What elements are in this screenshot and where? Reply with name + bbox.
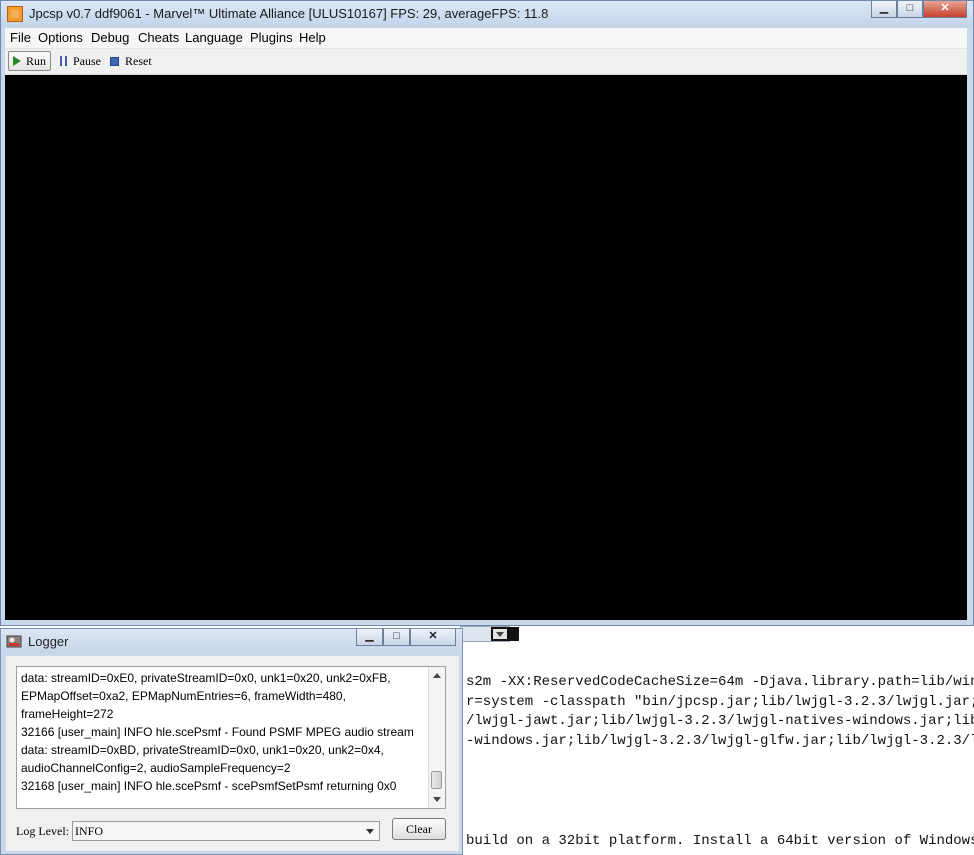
- menu-help[interactable]: Help: [299, 30, 326, 45]
- reset-icon: [110, 56, 119, 66]
- hidden-window-fragment: [460, 626, 519, 642]
- menu-debug[interactable]: Debug: [91, 30, 129, 45]
- toolbar: Run Pause Reset: [5, 49, 967, 75]
- log-text-area[interactable]: _ data: streamID=0xE0, privateStreamID=0…: [16, 666, 446, 809]
- run-label: Run: [26, 53, 47, 68]
- minimize-button[interactable]: ▁: [871, 1, 897, 18]
- menu-options[interactable]: Options: [38, 30, 83, 45]
- log-line: frameHeight=272: [21, 707, 114, 721]
- log-scrollbar[interactable]: [428, 667, 445, 808]
- run-button[interactable]: Run: [8, 51, 51, 71]
- log-line: data: streamID=0xBD, privateStreamID=0x0…: [21, 743, 384, 757]
- pause-icon: [60, 56, 67, 66]
- scroll-up-icon[interactable]: [433, 673, 441, 678]
- log-level-select[interactable]: INFO: [72, 821, 380, 841]
- play-icon: [13, 56, 21, 66]
- menu-cheats[interactable]: Cheats: [138, 30, 179, 45]
- logger-minimize-button[interactable]: ▁: [356, 629, 383, 646]
- jpcsp-app-icon: [7, 6, 23, 22]
- logger-app-icon: [6, 635, 22, 648]
- log-line: 32166 [user_main] INFO hle.scePsmf - Fou…: [21, 725, 414, 739]
- menu-plugins[interactable]: Plugins: [250, 30, 293, 45]
- menu-bar: File Options Debug Cheats Language Plugi…: [5, 28, 967, 49]
- console-line: s2m -XX:ReservedCodeCacheSize=64m -Djava…: [466, 674, 974, 690]
- logger-body: _ data: streamID=0xE0, privateStreamID=0…: [6, 656, 459, 851]
- main-titlebar[interactable]: Jpcsp v0.7 ddf9061 - Marvel™ Ultimate Al…: [1, 1, 973, 27]
- logger-titlebar[interactable]: Logger ▁ □ ✕: [1, 629, 462, 653]
- logger-window-controls: ▁ □ ✕: [356, 629, 456, 646]
- dropdown-arrow-icon[interactable]: [493, 629, 507, 639]
- console-line: /lwjgl-jawt.jar;lib/lwjgl-3.2.3/lwjgl-na…: [466, 713, 974, 729]
- reset-button[interactable]: Reset: [110, 51, 152, 71]
- pause-label: Pause: [73, 53, 101, 68]
- logger-window: Logger ▁ □ ✕ _ data: streamID=0xE0, priv…: [0, 628, 463, 855]
- clear-button[interactable]: Clear: [392, 818, 446, 840]
- chevron-down-icon: [366, 829, 374, 834]
- scroll-thumb[interactable]: [431, 771, 442, 789]
- console-line: r=system -classpath "bin/jpcsp.jar;lib/l…: [466, 694, 974, 710]
- log-line: data: streamID=0xE0, privateStreamID=0x0…: [21, 671, 391, 685]
- log-line: 32168 [user_main] INFO hle.scePsmf - sce…: [21, 779, 397, 793]
- main-window: Jpcsp v0.7 ddf9061 - Marvel™ Ultimate Al…: [0, 0, 974, 626]
- emulator-screen[interactable]: [5, 75, 967, 620]
- window-title: Jpcsp v0.7 ddf9061 - Marvel™ Ultimate Al…: [29, 6, 549, 21]
- close-button[interactable]: ✕: [923, 1, 967, 18]
- maximize-button[interactable]: □: [897, 1, 923, 18]
- window-controls: ▁ □ ✕: [871, 1, 967, 19]
- logger-title: Logger: [28, 634, 69, 649]
- log-line: EPMapOffset=0xa2, EPMapNumEntries=6, fra…: [21, 689, 346, 703]
- menu-language[interactable]: Language: [185, 30, 243, 45]
- menu-file[interactable]: File: [10, 30, 31, 45]
- logger-close-button[interactable]: ✕: [410, 629, 456, 646]
- scroll-down-icon[interactable]: [433, 797, 441, 802]
- logger-maximize-button[interactable]: □: [383, 629, 410, 646]
- log-line: audioChannelConfig=2, audioSampleFrequen…: [21, 761, 291, 775]
- console-line: build on a 32bit platform. Install a 64b…: [466, 833, 974, 849]
- log-level-value: INFO: [75, 824, 104, 838]
- pause-button[interactable]: Pause: [60, 51, 101, 71]
- reset-label: Reset: [125, 53, 152, 68]
- console-line: -windows.jar;lib/lwjgl-3.2.3/lwjgl-glfw.…: [466, 733, 974, 749]
- log-level-label: Log Level:: [16, 824, 69, 838]
- log-text: _ data: streamID=0xE0, privateStreamID=0…: [21, 667, 426, 795]
